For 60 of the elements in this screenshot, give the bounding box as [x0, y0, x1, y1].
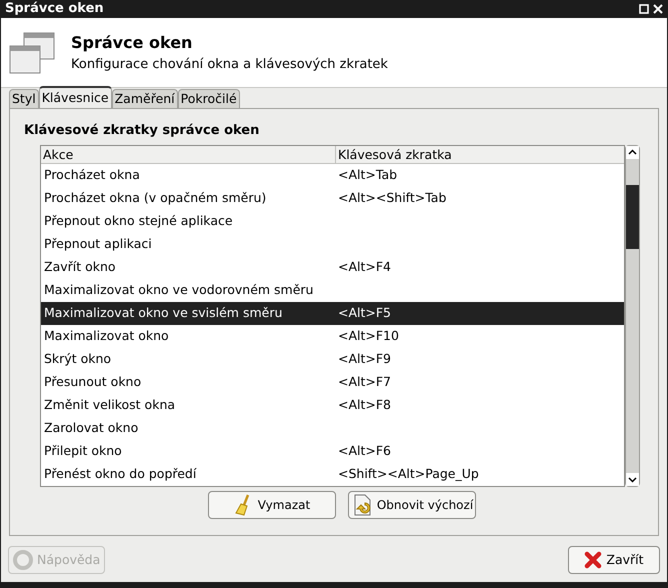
table-cell-text: Přepnout okno stejné aplikace — [43, 212, 234, 230]
table-cell-text: <Alt>F9 — [337, 350, 392, 368]
table-cell-text: Maximalizovat okno ve vodorovném směru — [43, 281, 314, 300]
table-row[interactable]: Zarolovat okno — [41, 417, 624, 440]
table-cell-text: <Shift><Alt>Page_Up — [337, 465, 480, 484]
tab[interactable]: Pokročilé — [178, 89, 240, 108]
table-cell-text: Přepnout aplikaci — [43, 235, 153, 254]
table-row[interactable]: Zavřít okno <Alt>F4 — [41, 256, 624, 279]
table-row[interactable]: Přilepit okno <Alt>F6 — [41, 440, 624, 463]
table-row[interactable]: Maximalizovat okno ve vodorovném směru — [41, 279, 624, 302]
table-cell-text: Zarolovat okno — [43, 419, 140, 438]
scrollbar-thumb[interactable] — [626, 185, 639, 249]
header-subtitle: Konfigurace chování okna a klávesových zkratek — [71, 56, 388, 74]
tab[interactable]: Zaměření — [112, 89, 178, 108]
table-cell-text: <Alt>Tab — [337, 166, 398, 184]
close-icon[interactable] — [653, 4, 663, 14]
table-cell-text: Zavřít okno — [43, 258, 117, 276]
table-cell-text: <Alt>F6 — [337, 442, 392, 460]
table-cell-text: Procházet okna — [43, 166, 141, 184]
table-cell-text: <Alt>F7 — [337, 373, 392, 392]
table-cell-text: <Alt>F10 — [337, 327, 400, 346]
table-row[interactable]: Přenést okno do popředí <Shift><Alt>Page_Up — [41, 463, 624, 486]
table-row[interactable]: Procházet okna <Alt>Tab — [41, 164, 624, 187]
table-cell-text: Přesunout okno — [43, 373, 142, 392]
table-cell-text: Maximalizovat okno — [43, 327, 170, 346]
column-header[interactable]: Akce — [41, 146, 336, 163]
scroll-up-icon[interactable] — [626, 146, 639, 159]
table-row[interactable]: Maximalizovat okno <Alt>F10 — [41, 325, 624, 348]
header-title: Správce oken — [71, 32, 194, 54]
close-button[interactable]: Zavřít — [568, 546, 660, 574]
window-title: Správce oken — [5, 0, 105, 18]
table-cell-text: Skrýt okno — [43, 350, 112, 368]
tab[interactable]: Styl — [9, 89, 39, 108]
table-row[interactable]: Přepnout aplikaci — [41, 233, 624, 256]
scroll-down-icon[interactable] — [626, 473, 639, 486]
table-row[interactable]: Procházet okna (v opačném směru) <Alt><Shift>Tab — [41, 187, 624, 210]
table-cell-text: Přenést okno do popředí — [43, 465, 198, 484]
table-cell-text: Procházet okna (v opačném směru) — [43, 189, 268, 208]
table-row[interactable]: Přepnout okno stejné aplikace — [41, 210, 624, 233]
group-title: Klávesové zkratky správce oken — [24, 122, 260, 140]
windows-icon — [9, 32, 55, 74]
table-cell-text: <Alt><Shift>Tab — [337, 189, 448, 208]
table-cell-text: Maximalizovat okno ve svislém směru — [43, 304, 284, 322]
table-cell-text: Přilepit okno — [43, 442, 123, 460]
table-cell-text: <Alt>F8 — [337, 396, 392, 414]
clear-button[interactable]: Vymazat — [208, 491, 336, 519]
tab[interactable]: Klávesnice — [38, 86, 112, 108]
reset-button[interactable]: Obnovit výchozí — [348, 491, 476, 519]
table-cell-text: <Alt>F4 — [337, 258, 392, 276]
column-header[interactable]: Klávesová zkratka — [336, 146, 624, 163]
table-row[interactable]: Změnit velikost okna <Alt>F8 — [41, 394, 624, 417]
table-row[interactable]: Skrýt okno <Alt>F9 — [41, 348, 624, 371]
table-row[interactable]: Maximalizovat okno ve svislém směru <Alt>F5 — [41, 302, 624, 325]
scrollbar[interactable] — [625, 145, 640, 487]
table-row[interactable]: Přesunout okno <Alt>F7 — [41, 371, 624, 394]
lifebuoy-icon — [13, 550, 33, 570]
table-cell-text: <Alt>F5 — [337, 304, 392, 322]
close-icon — [584, 551, 602, 569]
table-cell-text: Změnit velikost okna — [43, 396, 176, 414]
maximize-icon[interactable] — [639, 4, 649, 14]
